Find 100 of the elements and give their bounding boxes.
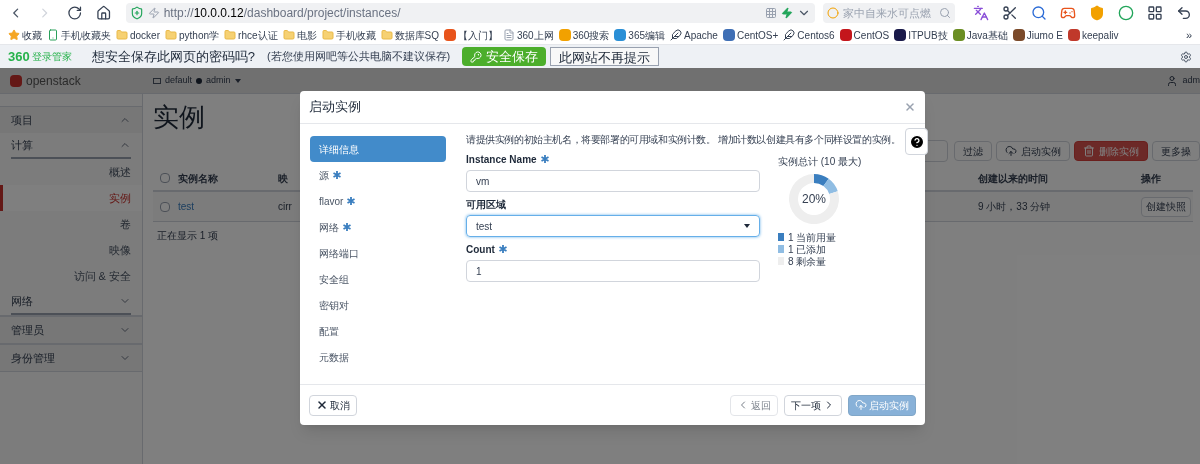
url-text: http://10.0.0.12/dashboard/project/instances/: [163, 5, 401, 22]
search-engine-icon: [826, 7, 839, 19]
sidebar-section[interactable]: 身份管理: [0, 345, 142, 371]
close-icon[interactable]: [904, 101, 916, 113]
legend-swatch: [778, 245, 784, 253]
input-field[interactable]: vm: [466, 170, 760, 192]
select-field[interactable]: test: [466, 215, 760, 237]
table-cell-text: cirr: [278, 200, 292, 214]
undo-icon[interactable]: [1175, 5, 1192, 21]
sidebar-group[interactable]: 计算: [11, 133, 131, 159]
cancel-button[interactable]: 取消: [309, 394, 357, 416]
bookmark-link[interactable]: ITPUB技: [908, 27, 948, 43]
bookmark-link[interactable]: 360上网: [516, 27, 554, 43]
bookmark-link[interactable]: rhce认证: [238, 27, 278, 43]
sidebar-item[interactable]: 卷: [0, 211, 142, 237]
bookmark-link[interactable]: 365编辑: [628, 27, 665, 43]
dismiss-button[interactable]: 此网站不再提示: [550, 47, 660, 66]
user-icon: [1166, 74, 1179, 87]
next-button[interactable]: 下一项: [784, 394, 842, 416]
input-field[interactable]: 1: [466, 260, 760, 282]
folder-icon: [224, 29, 237, 41]
checkbox[interactable]: [160, 173, 170, 183]
legend-label: 1 已添加: [788, 243, 827, 257]
legend-label: 1 当前用量: [788, 230, 837, 244]
feather-icon: [783, 29, 796, 41]
feather-icon: [670, 29, 682, 41]
home-icon[interactable]: [96, 5, 112, 21]
field-label: Instance Name: [466, 152, 537, 167]
star-icon: [8, 29, 20, 41]
translate-icon[interactable]: [972, 5, 989, 21]
key-icon: [470, 50, 483, 63]
toolbar-button[interactable]: 更多操: [1152, 141, 1200, 161]
sidebar-section[interactable]: 项目: [0, 107, 142, 133]
save-password-prompt: 想安全保存此网页的密码吗?: [91, 47, 255, 66]
wizard-step[interactable]: 详细信息: [310, 136, 446, 162]
bookmark-link[interactable]: Java基础: [966, 27, 1008, 43]
bookmark-link[interactable]: 手机收藏: [335, 27, 376, 43]
bookmark-link[interactable]: 数据库SQ: [394, 27, 439, 43]
caret-down-icon: [744, 224, 750, 228]
legend-label: 8 剩余量: [788, 255, 827, 269]
field-label: 可用区域: [466, 197, 506, 212]
bookmark-link[interactable]: docker: [130, 27, 160, 43]
more-bookmarks-button[interactable]: »: [1185, 26, 1192, 44]
bookmark-link[interactable]: 电影: [296, 27, 317, 43]
cloud-upload-icon: [855, 399, 867, 411]
folder-icon: [116, 29, 128, 41]
bookmark-link[interactable]: CentOS+: [736, 27, 779, 43]
brand-name: 登录管家: [31, 50, 72, 64]
wizard-step[interactable]: 安全组: [310, 266, 446, 292]
bookmark-link[interactable]: 【入门】: [457, 27, 498, 43]
bookmark-link[interactable]: keepaliv: [1081, 27, 1119, 43]
sidebar-group[interactable]: 网络: [11, 289, 131, 315]
search-placeholder: 家中自来水可点燃: [842, 5, 932, 21]
logo-text: openstack: [26, 72, 81, 90]
folder-icon: [321, 29, 334, 41]
bookmark-link[interactable]: Apache: [684, 27, 718, 43]
help-button[interactable]: [905, 128, 928, 155]
cloud-upload-icon: [1005, 145, 1017, 157]
folder-icon: [282, 29, 295, 41]
reload-icon[interactable]: [66, 5, 83, 21]
sidebar-section[interactable]: 管理员: [0, 317, 142, 343]
sidebar-item[interactable]: 访问 & 安全: [0, 263, 142, 289]
bookmark-link[interactable]: CentOS: [853, 27, 890, 43]
phone-icon: [47, 29, 59, 41]
scissors-icon[interactable]: [1001, 5, 1018, 21]
settings-icon[interactable]: [1180, 50, 1192, 63]
bookmark-link[interactable]: Jiumo E: [1026, 27, 1063, 43]
bookmark-link[interactable]: Centos6: [797, 27, 835, 43]
magnifier-icon[interactable]: [1030, 5, 1047, 21]
wizard-step[interactable]: 网络: [310, 214, 446, 240]
usage-percent: 20%: [802, 191, 826, 208]
toolbar-button[interactable]: 过滤: [954, 141, 992, 161]
bookmark-link[interactable]: python学: [179, 27, 220, 43]
bookmark-link[interactable]: 360搜索: [572, 27, 610, 43]
close-icon: [316, 399, 328, 411]
wizard-step[interactable]: 元数据: [310, 344, 446, 370]
item-count: 正在显示 1 项: [157, 229, 219, 243]
help-icon: [908, 133, 925, 150]
bookmark-link[interactable]: 手机收藏夹: [61, 27, 111, 43]
trash-icon: [1083, 145, 1095, 157]
toolbar-button[interactable]: 启动实例: [996, 141, 1070, 161]
prompt-note: (若您使用网吧等公共电脑不建议保存): [266, 49, 451, 65]
address-bar[interactable]: http://10.0.0.12/dashboard/project/instances/: [125, 3, 815, 23]
page-icon: [502, 29, 515, 41]
sidebar-item[interactable]: 映像: [0, 237, 142, 263]
wizard-step[interactable]: 网络端口: [310, 240, 446, 266]
sidebar-item[interactable]: 概述: [0, 159, 142, 185]
wizard-step[interactable]: 配置: [310, 318, 446, 344]
description-text: 请提供实例的初始主机名，将要部署的可用域和实例计数。 增加计数以创建具有多个同样设置的实例。: [466, 133, 901, 147]
apps-icon[interactable]: [1146, 5, 1163, 21]
field-label: Count: [466, 242, 495, 257]
logo-icon: [10, 74, 22, 87]
gamepad-icon[interactable]: [1059, 5, 1076, 21]
checkbox[interactable]: [160, 201, 170, 212]
page-title: 实例: [153, 101, 205, 134]
snapshot-button[interactable]: 创建快照: [1141, 196, 1191, 217]
bookmark-link[interactable]: 收藏: [22, 27, 42, 43]
dialog-title: 启动实例: [309, 98, 361, 117]
lightning-icon[interactable]: [780, 7, 793, 19]
wizard-step[interactable]: 密钥对: [310, 292, 446, 318]
